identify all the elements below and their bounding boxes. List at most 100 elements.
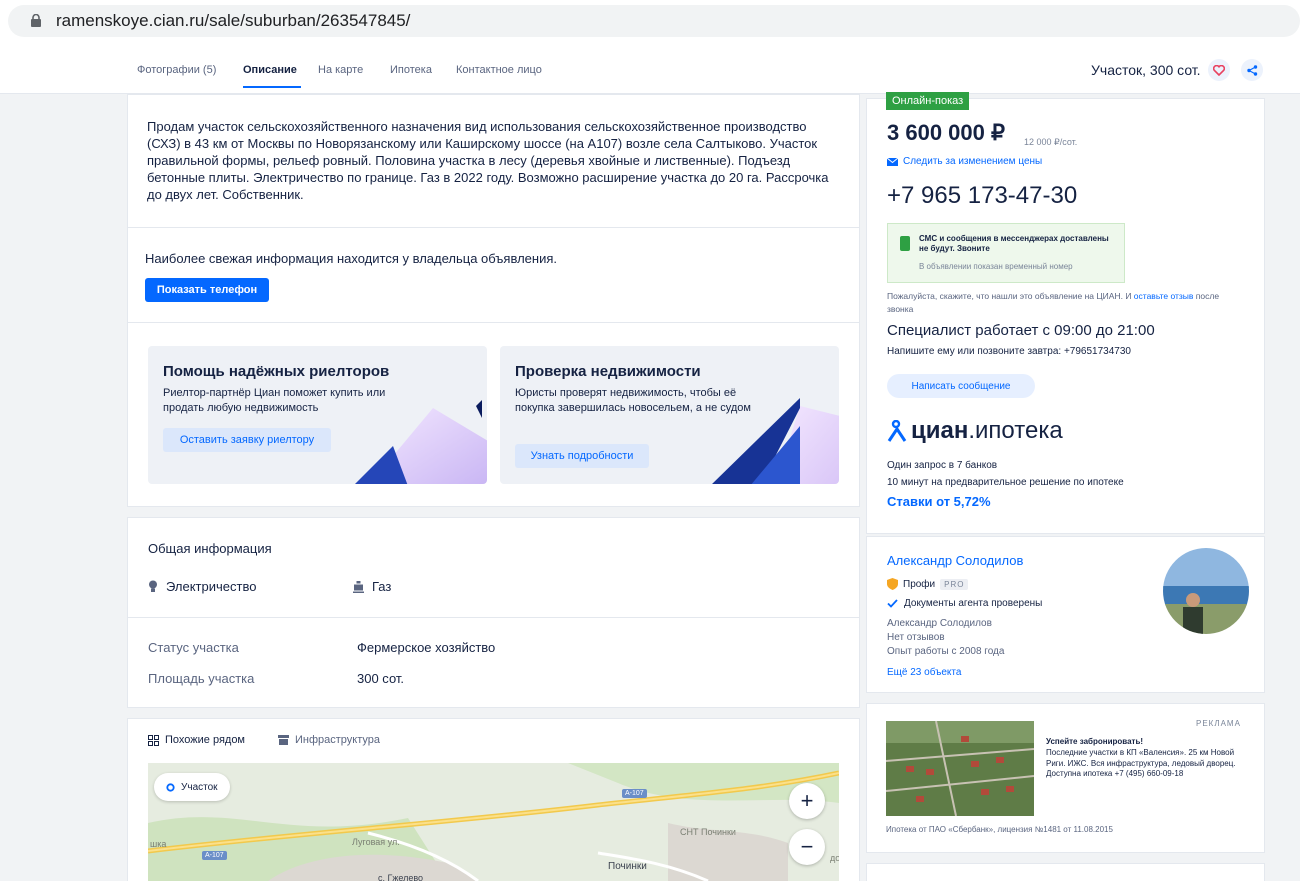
road-badge: А-107 xyxy=(622,789,647,798)
realtor-promo-title: Помощь надёжных риелторов xyxy=(163,363,390,380)
agent-name-link[interactable]: Александр Солодилов xyxy=(887,553,1023,568)
tab-label: Похожие рядом xyxy=(165,734,245,746)
tab-contact[interactable]: Контактное лицо xyxy=(456,64,542,76)
docs-checked-label: Документы агента проверены xyxy=(904,598,1043,609)
follow-label: Следить за изменением цены xyxy=(903,156,1043,167)
tab-nearby-similar[interactable]: Похожие рядом xyxy=(148,734,245,746)
tab-description[interactable]: Описание xyxy=(243,64,297,76)
phone-number[interactable]: +7 965 173-47-30 xyxy=(887,182,1077,210)
map-label: Починки xyxy=(608,861,647,872)
chip-label: Участок xyxy=(181,781,218,793)
share-button[interactable] xyxy=(1241,59,1263,81)
online-show-badge: Онлайн-показ xyxy=(886,92,970,110)
fresh-info-text: Наиболее свежая информация находится у в… xyxy=(145,251,557,266)
cian-mortgage-logo[interactable]: циан.ипотека xyxy=(887,417,1063,445)
sms-warning: СМС и сообщения в мессенджерах доставлен… xyxy=(887,223,1125,283)
tab-mortgage[interactable]: Ипотека xyxy=(390,64,432,76)
mortgage-info: Один запрос в 7 банков 10 минут на предв… xyxy=(887,457,1124,491)
general-info-title: Общая информация xyxy=(148,541,272,556)
feature-gas: Газ xyxy=(353,579,391,594)
heart-icon xyxy=(1213,64,1225,76)
checkmark-icon xyxy=(887,599,898,608)
map-background xyxy=(148,763,839,881)
plot-status-label: Статус участка xyxy=(148,640,239,655)
write-message-button[interactable]: Написать сообщение xyxy=(887,374,1035,398)
ad-image[interactable] xyxy=(886,721,1034,816)
promo-illustration xyxy=(712,398,839,484)
leave-review-link[interactable]: оставьте отзыв xyxy=(1134,291,1194,301)
rates-link[interactable]: Ставки от 5,72% xyxy=(887,494,991,509)
next-card xyxy=(866,863,1265,881)
envelope-icon xyxy=(887,157,898,166)
mortgage-line: 10 минут на предварительное решение по и… xyxy=(887,477,1124,488)
ad-aerial-photo xyxy=(886,721,1034,816)
shield-icon xyxy=(887,578,898,590)
sms-warning-sub: В объявлении показан временный номер xyxy=(919,262,1073,271)
feature-label: Электричество xyxy=(166,579,257,594)
write-tomorrow-text: Напишите ему или позвоните завтра: +7965… xyxy=(887,346,1131,357)
feature-label: Газ xyxy=(372,579,392,594)
tab-map[interactable]: На карте xyxy=(318,64,363,76)
tab-infrastructure[interactable]: Инфраструктура xyxy=(278,734,380,746)
map-label: шка xyxy=(150,839,167,849)
feedback-note: Пожалуйста, скажите, что нашли это объяв… xyxy=(887,290,1237,316)
price-per-sotka: 12 000 ₽/сот. xyxy=(1024,137,1078,147)
plot-area-label: Площадь участка xyxy=(148,671,255,686)
promo-illustration xyxy=(355,400,487,484)
description-text: Продам участок сельскохозяйственного наз… xyxy=(147,119,829,202)
realtor-promo: Помощь надёжных риелторов Риелтор-партнё… xyxy=(148,346,487,484)
cian-logo-icon xyxy=(887,420,907,442)
map-label: Луговая ул. xyxy=(352,837,400,847)
avatar[interactable] xyxy=(1163,548,1249,634)
plot-chip[interactable]: Участок xyxy=(154,773,230,801)
agent-reviews: Нет отзывов xyxy=(887,632,945,643)
agent-experience: Опыт работы с 2008 года xyxy=(887,646,1005,657)
plot-area-value: 300 сот. xyxy=(357,671,405,686)
divider xyxy=(128,322,859,323)
ad-footer: Ипотека от ПАО «Сбербанк», лицензия №148… xyxy=(886,825,1113,834)
browser-url-bar: ramenskoye.cian.ru/sale/suburban/2635478… xyxy=(0,0,1300,44)
zoom-out-button[interactable]: − xyxy=(789,829,825,865)
ad-title[interactable]: Успейте забронировать! xyxy=(1046,737,1143,746)
learn-more-button[interactable]: Узнать подробности xyxy=(515,444,649,468)
mortgage-line: Один запрос в 7 банков xyxy=(887,460,998,471)
divider xyxy=(128,617,859,618)
store-icon xyxy=(278,735,289,745)
map-label: с. Гжелево xyxy=(378,873,424,881)
feature-electricity: Электричество xyxy=(148,579,256,594)
listing-nav: Фотографии (5) Описание На карте Ипотека… xyxy=(0,44,1300,94)
map-view[interactable]: Участок А-107 А-107 Луговая ул. СНТ Почи… xyxy=(148,763,839,881)
follow-price-link[interactable]: Следить за изменением цены xyxy=(887,156,1042,167)
agent-meta-name: Александр Солодилов xyxy=(887,618,992,629)
divider xyxy=(128,227,859,228)
gas-icon xyxy=(353,580,364,593)
zoom-in-button[interactable]: + xyxy=(789,783,825,819)
location-marker-icon xyxy=(166,782,175,792)
lightbulb-icon xyxy=(149,580,157,592)
price: 3 600 000 ₽ xyxy=(887,120,1005,145)
ad-label: РЕКЛАМА xyxy=(1196,719,1241,728)
sms-warning-title: СМС и сообщения в мессенджерах доставлен… xyxy=(919,234,1109,253)
grid-icon xyxy=(148,734,159,746)
profi-label: Профи xyxy=(903,578,936,590)
map-label: СНТ Починки xyxy=(680,827,736,837)
listing-summary: Участок, 300 сот. xyxy=(1091,62,1201,78)
check-promo: Проверка недвижимости Юристы проверят не… xyxy=(500,346,839,484)
pro-badge: PRO xyxy=(940,578,969,590)
active-tab-indicator xyxy=(243,86,301,88)
more-objects-link[interactable]: Ещё 23 объекта xyxy=(887,667,961,678)
leave-request-button[interactable]: Оставить заявку риелтору xyxy=(163,428,331,452)
docs-checked-line: Документы агента проверены xyxy=(887,598,1042,609)
road-badge: А-107 xyxy=(202,851,227,860)
cian-logo-bold: циан xyxy=(911,417,969,444)
favorite-button[interactable] xyxy=(1208,59,1230,81)
check-promo-title: Проверка недвижимости xyxy=(515,363,701,380)
tab-photos[interactable]: Фотографии (5) xyxy=(137,64,216,76)
lock-icon xyxy=(31,14,41,27)
phone-icon xyxy=(900,236,910,251)
work-hours: Специалист работает с 09:00 до 21:00 xyxy=(887,322,1155,339)
url-text[interactable]: ramenskoye.cian.ru/sale/suburban/2635478… xyxy=(56,11,410,31)
agent-meta: Александр Солодилов Нет отзывов Опыт раб… xyxy=(887,617,1004,659)
cian-logo-rest: .ипотека xyxy=(968,417,1063,444)
show-phone-button[interactable]: Показать телефон xyxy=(145,278,269,302)
